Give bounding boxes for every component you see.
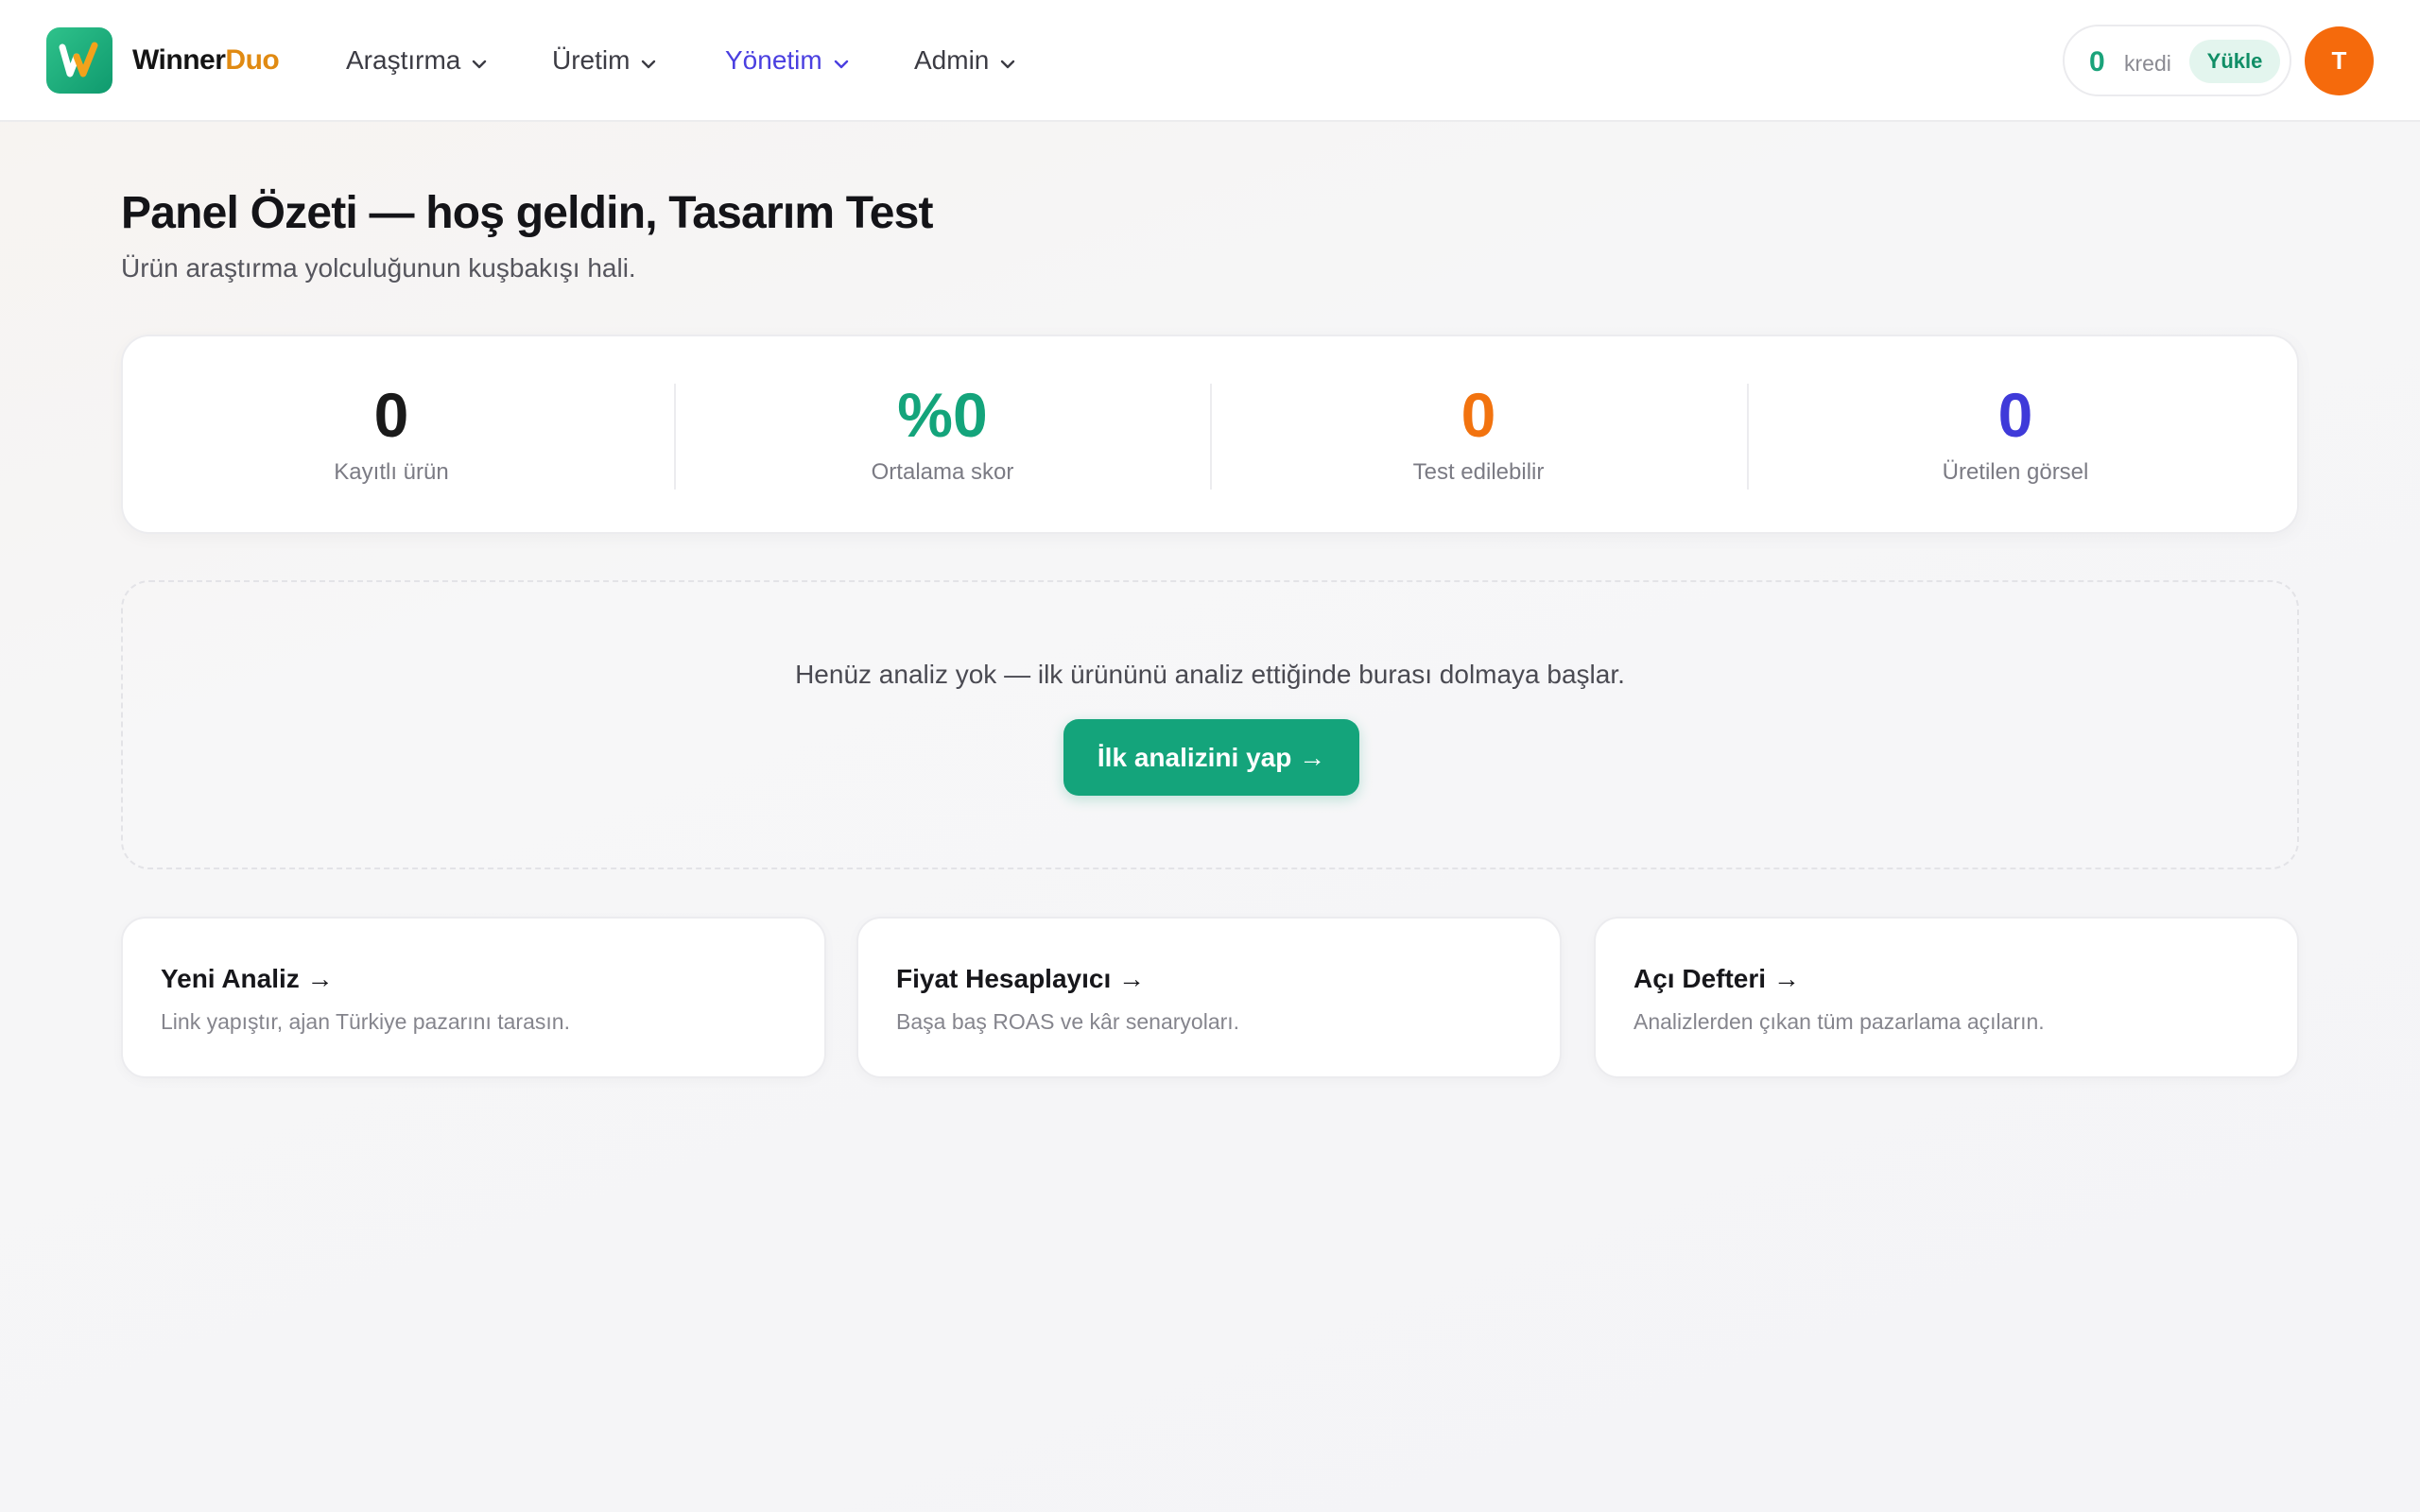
load-credit-button[interactable]: Yükle xyxy=(2189,40,2280,83)
nav-item-admin[interactable]: Admin xyxy=(914,42,1015,79)
nav-label: Üretim xyxy=(552,45,631,75)
stat-value: 0 xyxy=(373,380,409,450)
logo-w-icon[interactable] xyxy=(46,27,112,94)
credit-balance: 0 kredi Yükle xyxy=(2063,25,2291,96)
page-title: Panel Özeti — hoş geldin, Tasarım Test xyxy=(121,188,934,238)
chevron-down-icon xyxy=(641,45,656,76)
empty-state-card: Henüz analiz yok — ilk ürününü analiz et… xyxy=(121,580,2299,869)
chevron-down-icon xyxy=(1000,45,1015,76)
stat-generated-images: 0 Üretilen görsel xyxy=(1747,336,2284,536)
brand-name-part2: Duo xyxy=(225,44,280,76)
nav-item-uretim[interactable]: Üretim xyxy=(552,42,656,79)
nav-label: Araştırma xyxy=(346,45,461,75)
quick-link-title: Fiyat Hesaplayıcı → xyxy=(896,964,1146,993)
quick-link-price-calculator[interactable]: Fiyat Hesaplayıcı → Başa baş ROAS ve kâr… xyxy=(856,917,1562,1078)
quick-link-description: Başa baş ROAS ve kâr senaryoları. xyxy=(896,1009,1240,1034)
nav-item-yonetim[interactable]: Yönetim xyxy=(725,42,849,79)
credit-value: 0 xyxy=(2089,46,2105,77)
stat-value: %0 xyxy=(897,380,988,450)
quick-link-description: Analizlerden çıkan tüm pazarlama açıları… xyxy=(1634,1009,2045,1034)
quick-link-title: Yeni Analiz → xyxy=(161,964,334,993)
stat-label: Test edilebilir xyxy=(1412,459,1545,485)
top-navbar: WinnerDuo Araştırma Üretim Yönetim Admin… xyxy=(0,0,2420,122)
nav-item-arastirma[interactable]: Araştırma xyxy=(346,42,487,79)
stat-value: 0 xyxy=(1997,380,2033,450)
stat-label: Kayıtlı ürün xyxy=(334,459,449,485)
stats-card: 0 Kayıtlı ürün %0 Ortalama skor 0 Test e… xyxy=(121,335,2299,534)
first-analysis-button[interactable]: İlk analizini yap → xyxy=(1063,719,1359,796)
stat-testable: 0 Test edilebilir xyxy=(1210,336,1747,536)
quick-link-new-analysis[interactable]: Yeni Analiz → Link yapıştır, ajan Türkiy… xyxy=(121,917,826,1078)
page-subtitle: Ürün araştırma yolculuğunun kuşbakışı ha… xyxy=(121,253,636,283)
stat-label: Ortalama skor xyxy=(871,459,1014,485)
brand-name-part1: Winner xyxy=(132,44,226,76)
credit-label: kredi xyxy=(2124,51,2171,76)
empty-state-text: Henüz analiz yok — ilk ürününü analiz et… xyxy=(795,660,1625,689)
chevron-down-icon xyxy=(834,45,849,76)
stat-saved-products: 0 Kayıtlı ürün xyxy=(123,336,660,536)
nav-label: Yönetim xyxy=(725,45,822,75)
nav-label: Admin xyxy=(914,45,990,75)
quick-link-angle-notebook[interactable]: Açı Defteri → Analizlerden çıkan tüm paz… xyxy=(1594,917,2299,1078)
stat-value: 0 xyxy=(1461,380,1496,450)
quick-link-description: Link yapıştır, ajan Türkiye pazarını tar… xyxy=(161,1009,570,1034)
chevron-down-icon xyxy=(472,45,487,76)
stat-average-score: %0 Ortalama skor xyxy=(674,336,1211,536)
stat-label: Üretilen görsel xyxy=(1942,459,2089,485)
avatar[interactable]: T xyxy=(2305,26,2374,95)
brand-name[interactable]: WinnerDuo xyxy=(132,42,280,79)
quick-link-title: Açı Defteri → xyxy=(1634,964,1800,993)
